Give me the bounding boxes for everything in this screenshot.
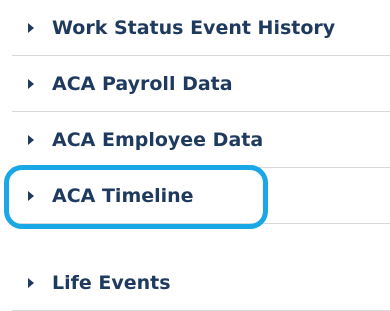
menu-item-aca-payroll-data[interactable]: ACA Payroll Data — [12, 56, 390, 112]
caret-right-icon — [28, 277, 34, 288]
menu-item-label: Work Status Event History — [52, 16, 336, 39]
menu-item-label: ACA Timeline — [52, 184, 194, 207]
menu-item-life-events[interactable]: Life Events — [12, 255, 390, 311]
caret-right-icon — [28, 134, 34, 145]
caret-right-icon — [28, 22, 34, 33]
menu-item-aca-timeline[interactable]: ACA Timeline — [12, 168, 390, 224]
menu-item-label: ACA Employee Data — [52, 128, 264, 151]
menu-item-work-status-event-history[interactable]: Work Status Event History — [12, 0, 390, 56]
menu-item-label: Life Events — [52, 271, 171, 294]
menu-item-label: ACA Payroll Data — [52, 72, 233, 95]
caret-right-icon — [28, 78, 34, 89]
section-menu: Work Status Event History ACA Payroll Da… — [0, 0, 390, 311]
caret-right-icon — [28, 190, 34, 201]
menu-item-aca-employee-data[interactable]: ACA Employee Data — [12, 112, 390, 168]
